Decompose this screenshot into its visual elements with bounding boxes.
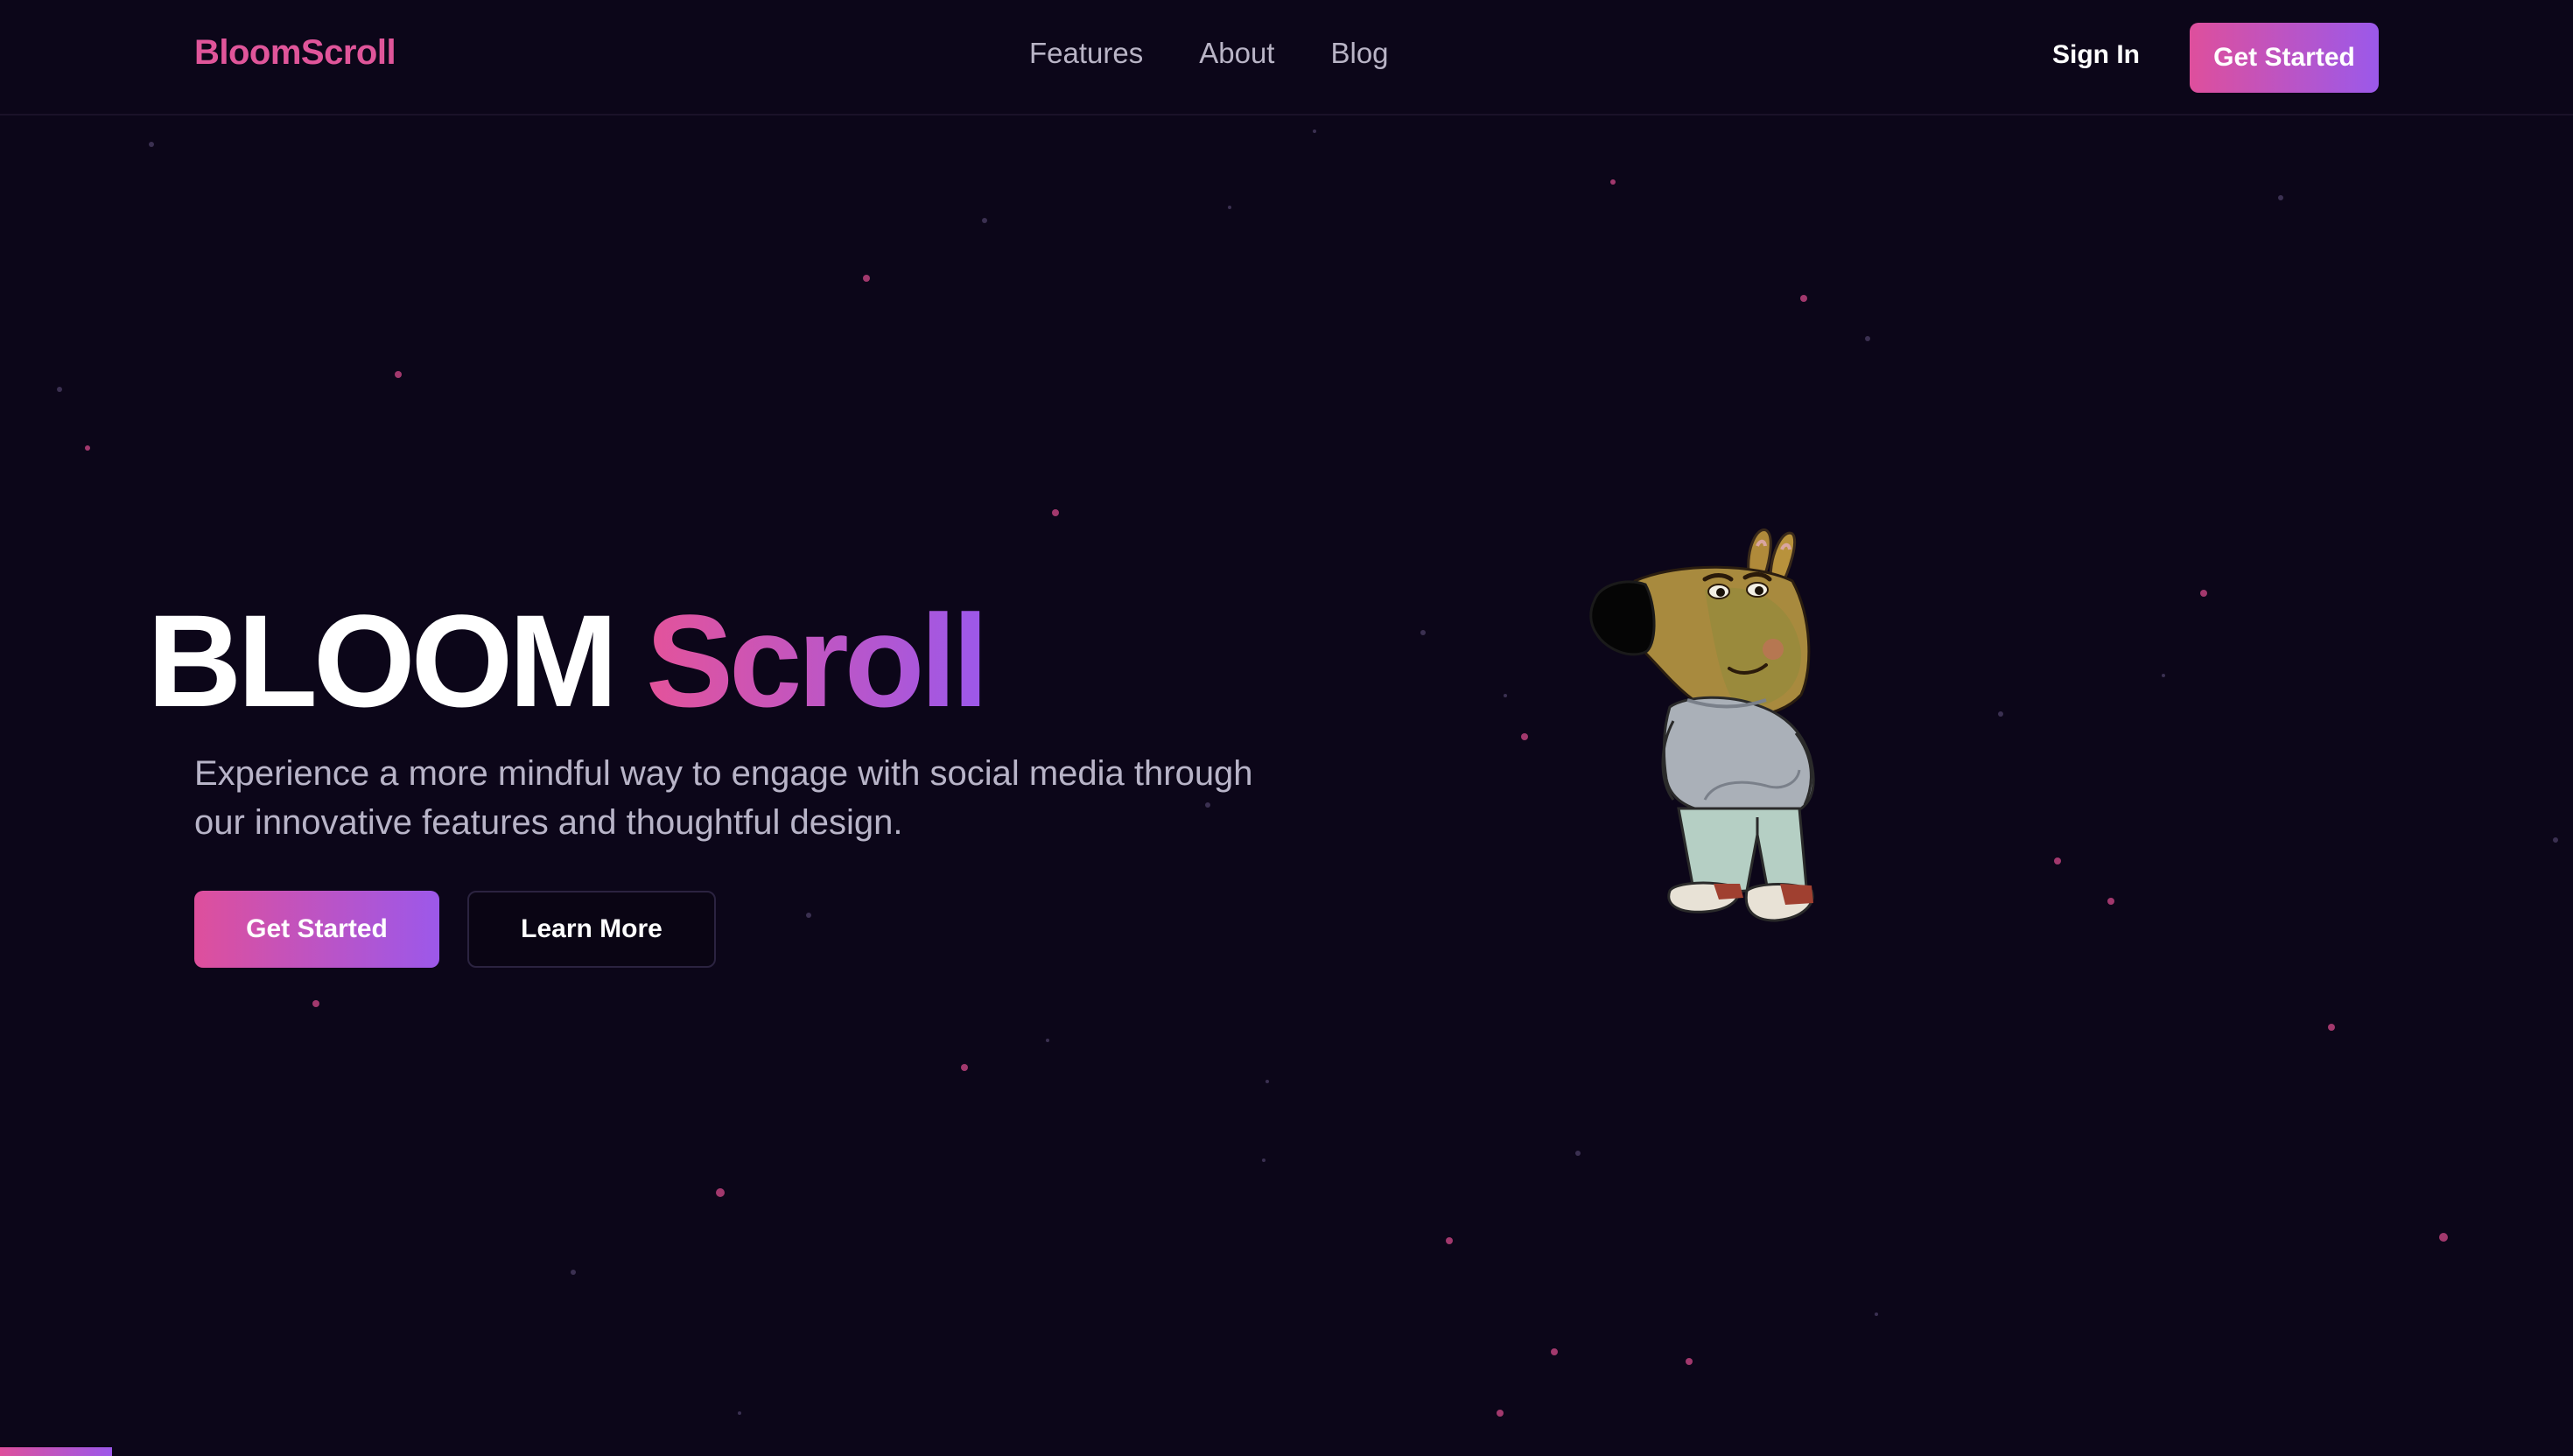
- brand-logo[interactable]: BloomScroll: [194, 33, 396, 73]
- hero-subtitle-line-1: Experience a more mindful way to engage …: [194, 754, 1253, 793]
- hero-title: BLOOM Scroll: [147, 582, 989, 739]
- landing-page: BloomScroll Features About Blog Sign In …: [0, 0, 2573, 1456]
- nav-link-features[interactable]: Features: [1029, 37, 1143, 70]
- nav-link-blog[interactable]: Blog: [1330, 37, 1388, 70]
- nav-get-started-button[interactable]: Get Started: [2190, 23, 2379, 93]
- cartoon-dog-mascot-icon: [1589, 528, 1815, 922]
- hero-subtitle-line-2: our innovative features and thoughtful d…: [194, 803, 903, 842]
- hero-subtitle: Experience a more mindful way to engage …: [194, 749, 1385, 847]
- nav-link-about[interactable]: About: [1199, 37, 1274, 70]
- hero-title-plain: BLOOM: [147, 587, 618, 734]
- hero-learn-more-button[interactable]: Learn More: [467, 891, 716, 968]
- primary-nav: Features About Blog: [1029, 37, 1389, 70]
- top-navbar: BloomScroll Features About Blog Sign In …: [0, 0, 2573, 116]
- hero-title-gradient: Scroll: [645, 587, 989, 734]
- scroll-progress-indicator: [0, 1447, 112, 1456]
- sign-in-link[interactable]: Sign In: [2052, 40, 2140, 70]
- hero-get-started-button[interactable]: Get Started: [194, 891, 439, 968]
